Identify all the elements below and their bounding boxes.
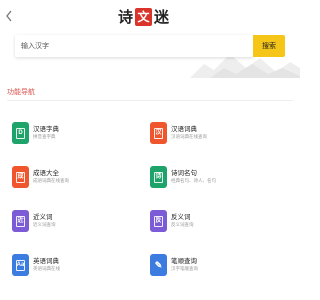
nav-item-desc: 汉语词典在线查询 bbox=[171, 134, 207, 139]
nav-item-desc: 近义词查询 bbox=[33, 222, 56, 227]
nav-item-desc: 经典名句、诗人、名句 bbox=[171, 178, 216, 183]
app-logo: 诗 文 迷 bbox=[118, 7, 169, 27]
icon-glyph: D bbox=[16, 127, 25, 139]
nav-item-desc: 英语词典在线 bbox=[33, 266, 60, 271]
chevron-left-icon bbox=[6, 10, 12, 22]
nav-item-desc: 成语词典在线查询 bbox=[33, 178, 69, 183]
english-dictionary-icon: Aa bbox=[12, 254, 29, 276]
nav-item-desc: 拼音查字典 bbox=[33, 134, 56, 139]
nav-item-title: 英语词典 bbox=[33, 258, 59, 265]
pen-icon: ✎ bbox=[150, 254, 167, 276]
dictionary-icon: D bbox=[12, 122, 29, 144]
back-button[interactable] bbox=[2, 7, 16, 25]
nav-item-bishun[interactable]: ✎ 笔顺查询 汉字笔顺查询 bbox=[150, 252, 280, 282]
search-button[interactable]: 搜索 bbox=[253, 35, 285, 57]
search-input[interactable] bbox=[15, 35, 253, 57]
nav-item-hanyu-zidian[interactable]: D 汉语字典 拼音查字典 bbox=[12, 120, 142, 150]
poetry-book-icon: 诗 bbox=[150, 166, 167, 188]
logo-char-3: 迷 bbox=[154, 8, 170, 26]
nav-item-title: 笔顺查询 bbox=[171, 258, 197, 265]
icon-glyph: 反 bbox=[154, 215, 163, 227]
logo-char-1: 诗 bbox=[118, 8, 134, 26]
search-bar: 搜索 bbox=[15, 35, 285, 57]
nav-item-shici[interactable]: 诗 诗词名句 经典名句、诗人、名句 bbox=[150, 164, 280, 194]
icon-glyph: ✎ bbox=[154, 259, 163, 270]
icon-glyph: 汉 bbox=[154, 127, 163, 139]
nav-item-title: 反义词 bbox=[171, 214, 191, 221]
nav-item-title: 汉语字典 bbox=[33, 126, 59, 133]
nav-item-desc: 汉字笔顺查询 bbox=[171, 266, 198, 271]
nav-item-title: 近义词 bbox=[33, 214, 53, 221]
nav-item-chengyu[interactable]: 成 成语大全 成语词典在线查询 bbox=[12, 164, 142, 194]
nav-item-yingyu[interactable]: Aa 英语词典 英语词典在线 bbox=[12, 252, 142, 282]
icon-glyph: 诗 bbox=[154, 171, 163, 183]
header: 诗 文 迷 搜索 bbox=[0, 0, 300, 78]
nav-item-fanyici[interactable]: 反 反义词 反义词查询 bbox=[150, 208, 280, 238]
nav-item-hanyu-cidian[interactable]: 汉 汉语词典 汉语词典在线查询 bbox=[150, 120, 280, 150]
idiom-book-icon: 成 bbox=[12, 166, 29, 188]
icon-glyph: Aa bbox=[16, 259, 25, 271]
nav-item-title: 诗词名句 bbox=[171, 170, 197, 177]
icon-glyph: 近 bbox=[16, 215, 25, 227]
section-title: 功能导航 bbox=[7, 89, 35, 96]
divider bbox=[7, 100, 293, 101]
nav-item-title: 成语大全 bbox=[33, 170, 59, 177]
nav-item-jinyici[interactable]: 近 近义词 近义词查询 bbox=[12, 208, 142, 238]
nav-item-desc: 反义词查询 bbox=[171, 222, 194, 227]
nav-item-title: 汉语词典 bbox=[171, 126, 197, 133]
logo-char-2: 文 bbox=[135, 8, 153, 26]
dictionary-icon: 汉 bbox=[150, 122, 167, 144]
antonym-book-icon: 反 bbox=[150, 210, 167, 232]
synonym-book-icon: 近 bbox=[12, 210, 29, 232]
icon-glyph: 成 bbox=[16, 171, 25, 183]
